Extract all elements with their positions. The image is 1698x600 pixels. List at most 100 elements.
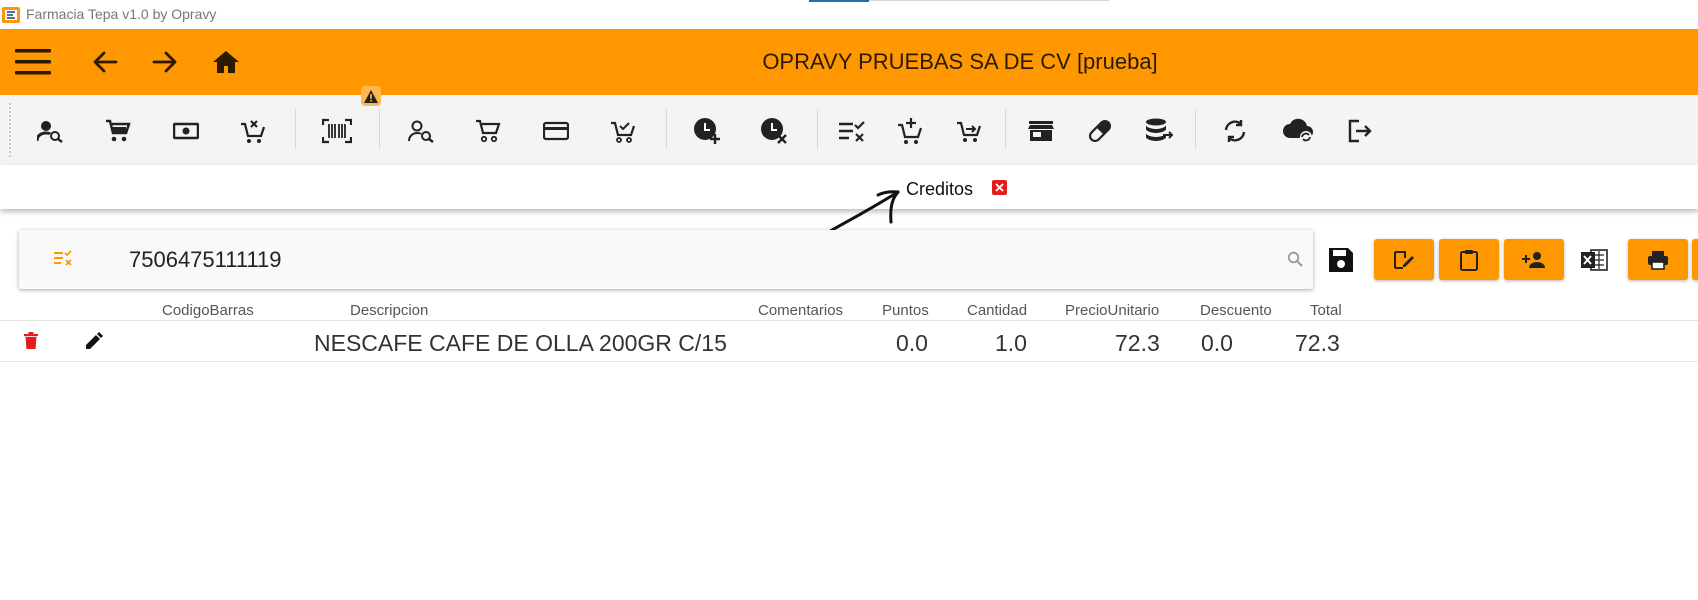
- window-title: Farmacia Tepa v1.0 by Opravy: [26, 6, 217, 22]
- print-button[interactable]: [1628, 239, 1688, 280]
- add-person-button[interactable]: [1504, 239, 1564, 280]
- annotation-arrow: [825, 190, 900, 235]
- cart-plus-icon: [898, 118, 923, 144]
- tool-cart-arrow[interactable]: [949, 111, 989, 151]
- excel-icon: [1581, 248, 1608, 271]
- filter-check-icon[interactable]: [53, 250, 73, 266]
- cart-outline-icon: [476, 119, 501, 143]
- table-row[interactable]: NESCAFE CAFE DE OLLA 200GR C/15 0.0 1.0 …: [0, 320, 1698, 362]
- menu-button[interactable]: [10, 39, 56, 85]
- search-bar: [19, 230, 1313, 289]
- cell-puntos: 0.0: [896, 330, 928, 356]
- tool-credit-card[interactable]: [536, 111, 576, 151]
- save-button[interactable]: [1324, 239, 1358, 280]
- cell-cantidad: 1.0: [995, 330, 1027, 356]
- cell-precio-unitario: 72.3: [1115, 330, 1160, 356]
- logout-icon: [1348, 119, 1372, 143]
- home-button[interactable]: [203, 39, 249, 85]
- delete-icon[interactable]: [24, 332, 38, 350]
- tool-cloud-sync[interactable]: [1278, 111, 1318, 151]
- tool-cart-remove[interactable]: [233, 111, 273, 151]
- cash-icon: [173, 122, 199, 140]
- sync-icon: [1224, 120, 1246, 142]
- cart-icon: [106, 119, 131, 142]
- toolbar-separator: [1005, 109, 1006, 149]
- pill-icon: [1088, 119, 1112, 143]
- edit-icon[interactable]: [85, 332, 103, 350]
- titlebar-accent-line: [809, 0, 869, 2]
- tool-database-export[interactable]: [1139, 111, 1179, 151]
- tool-clock-remove[interactable]: [754, 111, 794, 151]
- close-icon: [995, 183, 1004, 192]
- arrow-left-icon: [93, 51, 118, 73]
- tab-close-button[interactable]: [992, 180, 1007, 195]
- sign-edit-button[interactable]: [1374, 239, 1434, 280]
- cloud-sync-icon: [1283, 118, 1313, 143]
- tool-person-search[interactable]: [30, 111, 70, 151]
- cell-descripcion: NESCAFE CAFE DE OLLA 200GR C/15: [314, 330, 727, 356]
- toolbar-separator: [666, 109, 667, 149]
- column-header[interactable]: Puntos: [882, 302, 929, 319]
- column-header[interactable]: PrecioUnitario: [1065, 302, 1159, 319]
- toolbar-grip: [9, 103, 11, 157]
- cell-total: 72.3: [1295, 330, 1340, 356]
- tool-logout[interactable]: [1340, 111, 1380, 151]
- tool-cart-plus[interactable]: [890, 111, 930, 151]
- column-header[interactable]: Descuento: [1200, 302, 1272, 319]
- tool-cart-check[interactable]: [603, 111, 643, 151]
- column-header[interactable]: CodigoBarras: [162, 302, 254, 319]
- person-search-icon: [37, 121, 63, 143]
- app-logo-icon: [2, 7, 20, 23]
- barcode-scan-icon: [322, 118, 352, 144]
- toolbar-separator: [379, 109, 380, 149]
- search-input[interactable]: [129, 240, 1179, 280]
- clock-remove-icon: [761, 118, 787, 144]
- search-icon[interactable]: [1287, 251, 1303, 267]
- clipboard-button[interactable]: [1439, 239, 1499, 280]
- store-icon: [1028, 121, 1054, 141]
- arrow-right-icon: [152, 51, 177, 73]
- tool-barcode-scan[interactable]: [317, 111, 357, 151]
- tool-list-check[interactable]: [832, 111, 872, 151]
- column-header[interactable]: Cantidad: [967, 302, 1027, 319]
- menu-icon: [15, 49, 51, 75]
- back-button[interactable]: [82, 39, 128, 85]
- tool-sync[interactable]: [1215, 111, 1255, 151]
- column-header[interactable]: Total: [1310, 302, 1342, 319]
- tool-person-search-outline[interactable]: [401, 111, 441, 151]
- toolbar-separator: [1195, 109, 1196, 149]
- print-icon: [1648, 250, 1668, 270]
- add-person-icon: [1522, 251, 1545, 268]
- tool-pill[interactable]: [1080, 111, 1120, 151]
- cell-descuento: 0.0: [1201, 330, 1233, 356]
- titlebar-divider: [869, 0, 1109, 1]
- database-export-icon: [1146, 118, 1173, 141]
- save-icon: [1329, 247, 1353, 272]
- list-check-icon: [839, 121, 865, 142]
- credit-card-icon: [543, 121, 569, 141]
- excel-export-button[interactable]: [1578, 239, 1610, 280]
- tool-cart-outline[interactable]: [468, 111, 508, 151]
- main-toolbar: [0, 95, 1698, 165]
- window-titlebar: Farmacia Tepa v1.0 by Opravy: [0, 0, 1698, 29]
- company-name: OPRAVY PRUEBAS SA DE CV [prueba]: [762, 49, 1158, 74]
- tool-cart[interactable]: [98, 111, 138, 151]
- home-icon: [213, 51, 239, 73]
- tab-creditos[interactable]: Creditos: [906, 179, 973, 200]
- cart-check-outline-icon: [611, 121, 636, 143]
- warning-badge[interactable]: [361, 86, 381, 106]
- toolbar-separator: [817, 109, 818, 149]
- cart-arrow-icon: [957, 121, 982, 142]
- column-header[interactable]: Comentarios: [758, 302, 843, 319]
- clock-plus-icon: [694, 118, 720, 144]
- tool-store[interactable]: [1021, 111, 1061, 151]
- warning-icon: [364, 89, 378, 103]
- tool-cash[interactable]: [166, 111, 206, 151]
- more-actions-button[interactable]: [1692, 239, 1698, 280]
- tool-clock-plus[interactable]: [687, 111, 727, 151]
- forward-button[interactable]: [142, 39, 188, 85]
- column-header[interactable]: Descripcion: [350, 302, 428, 319]
- clipboard-icon: [1460, 249, 1478, 271]
- person-search-outline-icon: [408, 120, 434, 143]
- app-header: OPRAVY PRUEBAS SA DE CV [prueba]: [0, 29, 1698, 95]
